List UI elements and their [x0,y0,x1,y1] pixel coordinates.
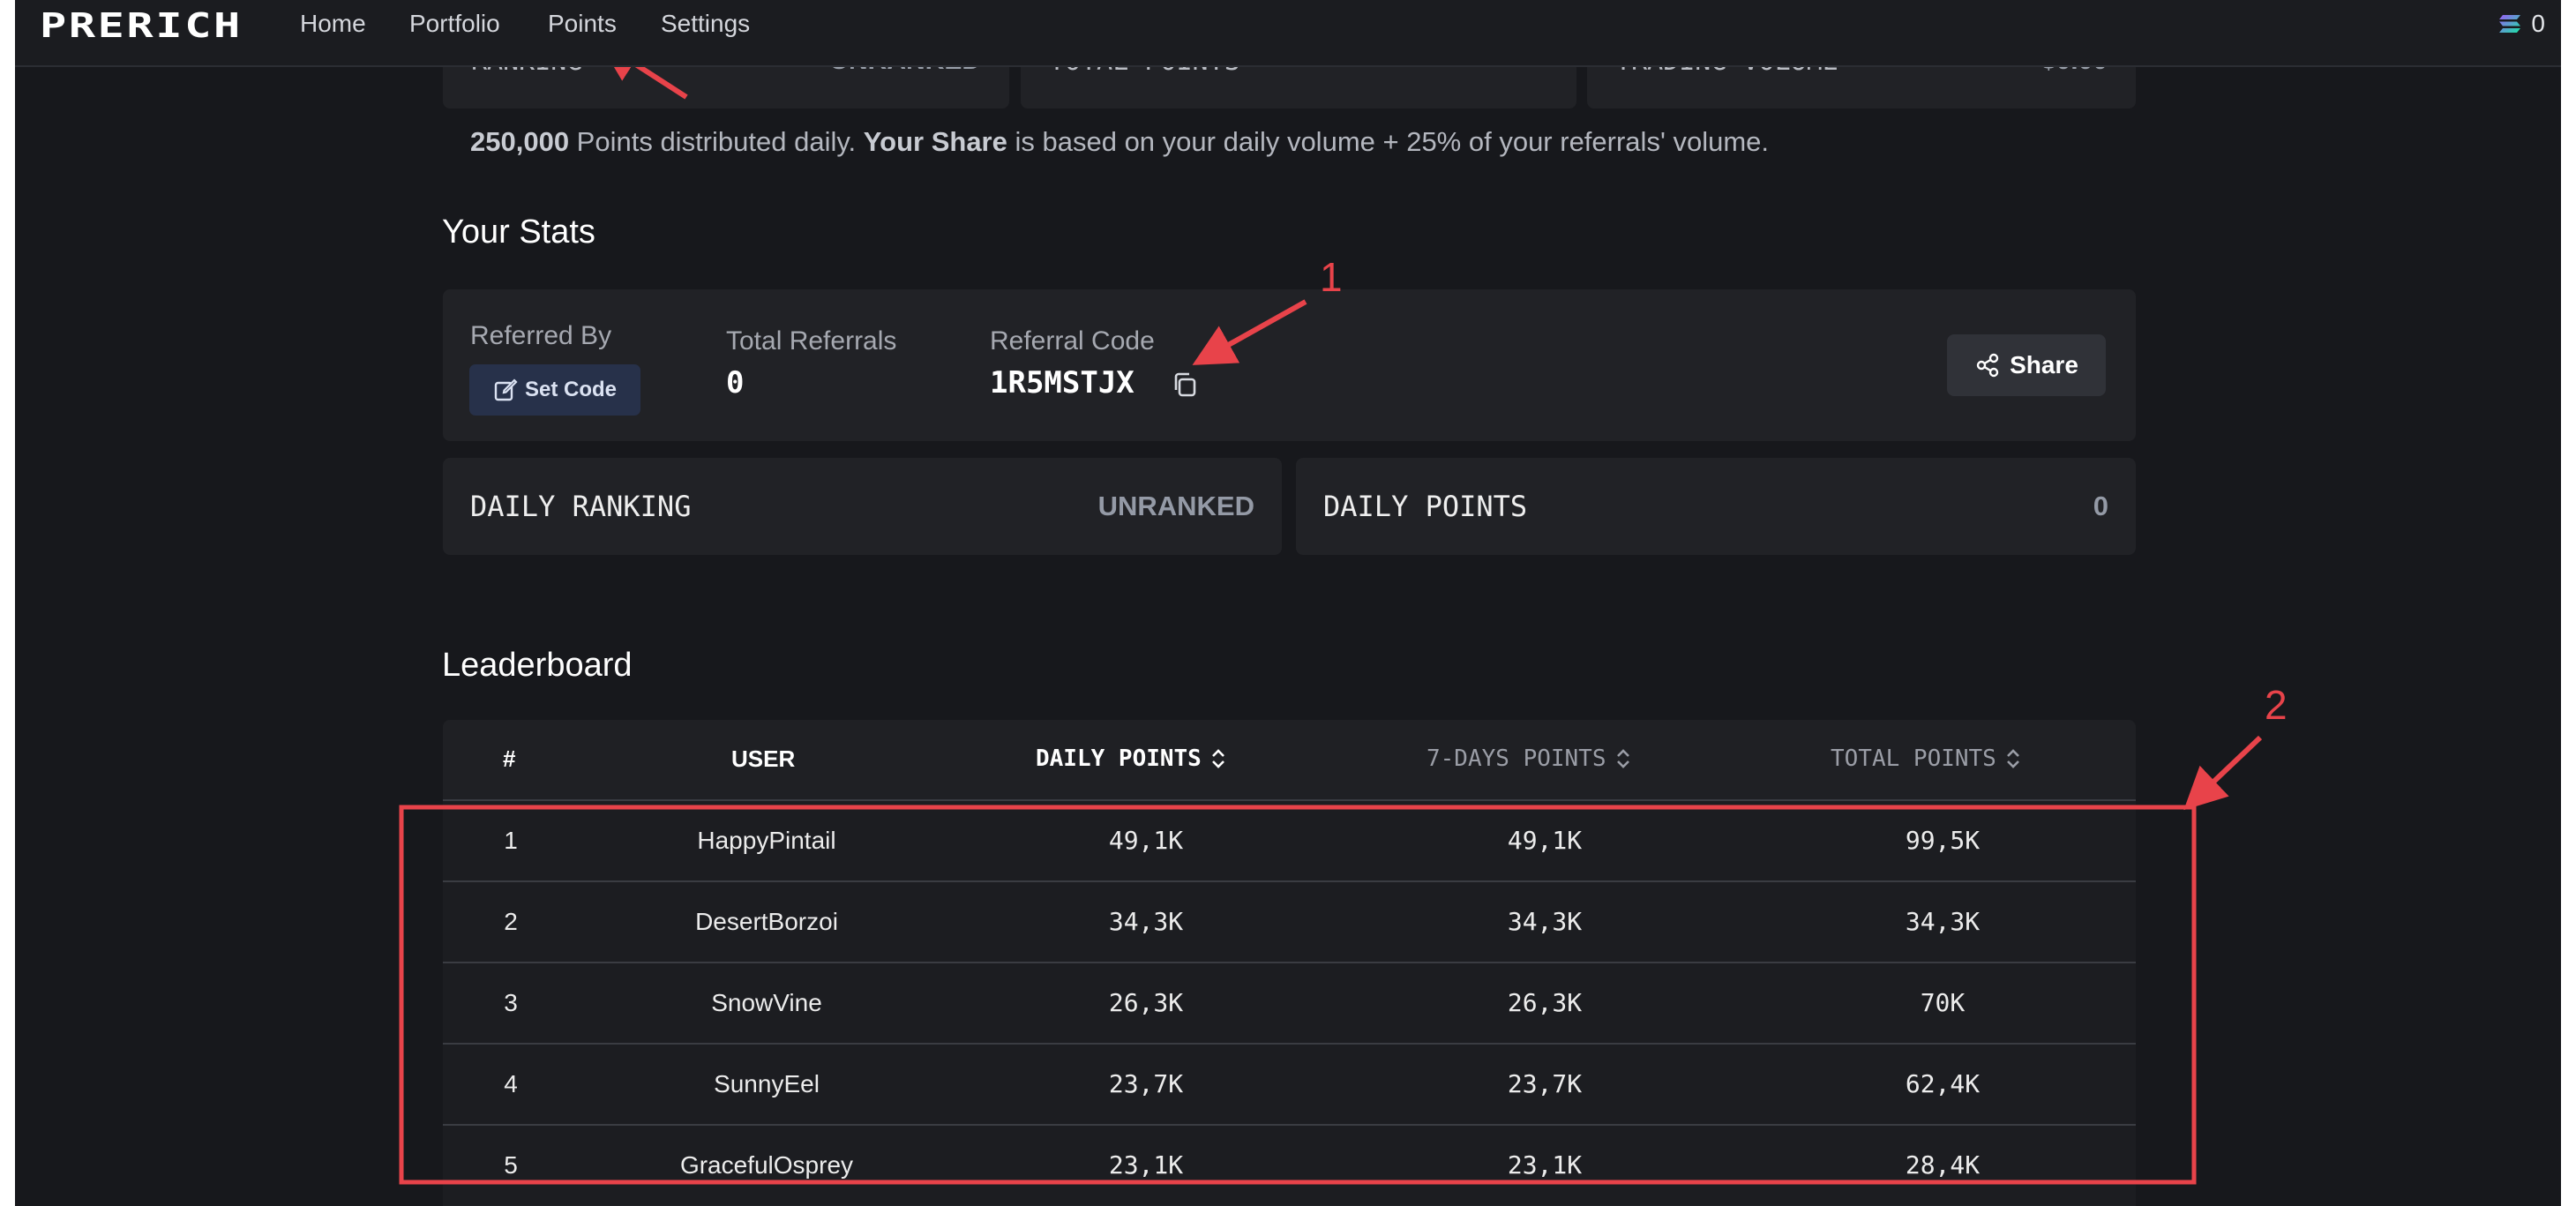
daily-ranking-value: UNRANKED [1097,491,1254,521]
referral-code-label: Referral Code [990,326,1155,356]
daily-points-label: DAILY POINTS [1323,490,1528,523]
row-user: DesertBorzoi [695,908,838,935]
table-row[interactable]: 1 HappyPintail 49,1K 49,1K 99,5K [443,801,2136,882]
total-referrals-label: Total Referrals [726,326,897,356]
daily-ranking-card: DAILY RANKING UNRANKED [443,458,1282,555]
points-amount: 250,000 [470,126,570,157]
row-total-points: 28,4K [1905,1150,1981,1180]
share-label: Share [2010,351,2078,378]
row-daily-points: 34,3K [1108,907,1184,936]
row-rank: 5 [504,1151,518,1179]
table-row[interactable]: 3 SnowVine 26,3K 26,3K 70K [443,963,2136,1045]
app-logo[interactable]: PRERICH [40,6,243,45]
row-user: SnowVine [711,989,822,1016]
row-7-days-points: 23,1K [1507,1150,1583,1180]
share-button[interactable]: Share [1947,334,2106,396]
edit-icon [494,378,518,401]
your-share-text: Your Share [863,126,1007,157]
nav-home[interactable]: Home [300,10,366,38]
column-7-days-points-label: 7-DAYS POINTS [1427,745,1606,772]
sort-icon [2006,749,2019,768]
column-user-label: USER [731,745,796,772]
row-total-points: 62,4K [1905,1069,1981,1098]
table-row[interactable]: 2 DesertBorzoi 34,3K 34,3K 34,3K [443,882,2136,963]
row-7-days-points: 34,3K [1507,907,1583,936]
your-stats-title: Your Stats [442,213,595,251]
nav-settings[interactable]: Settings [661,10,750,38]
row-daily-points: 23,7K [1108,1069,1184,1098]
daily-points-value: 0 [2093,491,2108,521]
row-rank: 2 [504,908,518,935]
row-rank: 1 [504,827,518,854]
app-window: RANKING UNRANKED TOTAL POINTS TRADING VO… [15,0,2561,1206]
column-rank: # [503,745,515,773]
row-total-points: 70K [1920,988,1966,1017]
sort-icon [1616,749,1629,768]
row-7-days-points: 49,1K [1507,826,1583,855]
row-rank: 4 [504,1070,518,1097]
nav-points[interactable]: Points [548,10,617,38]
points-info-text: 250,000 Points distributed daily. Your S… [470,126,1769,158]
row-daily-points: 23,1K [1108,1150,1184,1180]
row-daily-points: 49,1K [1108,826,1184,855]
column-rank-label: # [503,745,516,772]
row-rank: 3 [504,989,518,1016]
row-7-days-points: 26,3K [1507,988,1583,1017]
column-total-points-label: TOTAL POINTS [1831,745,1996,772]
share-icon [1976,353,1999,378]
table-row[interactable]: 5 GracefulOsprey 23,1K 23,1K 28,4K [443,1126,2136,1205]
wallet-count: 0 [2531,10,2545,37]
solana-icon [2499,15,2521,33]
column-user: USER [731,745,795,773]
table-row[interactable]: 4 SunnyEel 23,7K 23,7K 62,4K [443,1045,2136,1126]
daily-points-card: DAILY POINTS 0 [1296,458,2136,555]
points-info-text-2: is based on your daily volume + 25% of y… [1007,126,1770,157]
column-total-points[interactable]: TOTAL POINTS [1831,745,2021,772]
row-user: HappyPintail [697,827,836,854]
copy-icon[interactable] [1172,371,1198,399]
nav-portfolio[interactable]: Portfolio [409,10,500,38]
row-daily-points: 26,3K [1108,988,1184,1017]
wallet-indicator[interactable]: 0 [2497,9,2545,39]
row-total-points: 99,5K [1905,826,1981,855]
referred-by-label: Referred By [470,321,612,350]
leaderboard-title: Leaderboard [442,647,633,684]
set-code-button[interactable]: Set Code [469,364,640,416]
column-daily-points-label: DAILY POINTS [1036,745,1202,772]
points-info-text-1: Points distributed daily. [569,126,864,157]
your-stats-card: Referred By Total Referrals 0 Referral C… [443,289,2136,441]
row-7-days-points: 23,7K [1507,1069,1583,1098]
referral-code-value: 1R5MSTJX [990,365,1134,401]
sort-icon [1211,749,1224,768]
set-code-label: Set Code [524,378,617,401]
daily-ranking-label: DAILY RANKING [470,490,692,523]
total-referrals-value: 0 [726,365,745,401]
row-user: SunnyEel [714,1070,820,1097]
row-total-points: 34,3K [1905,907,1981,936]
top-navigation-bar: PRERICH Home Portfolio Points Settings 0 [15,0,2561,67]
column-daily-points[interactable]: DAILY POINTS [1036,745,1226,772]
column-7-days-points[interactable]: 7-DAYS POINTS [1427,745,1631,772]
row-user: GracefulOsprey [679,1151,854,1179]
